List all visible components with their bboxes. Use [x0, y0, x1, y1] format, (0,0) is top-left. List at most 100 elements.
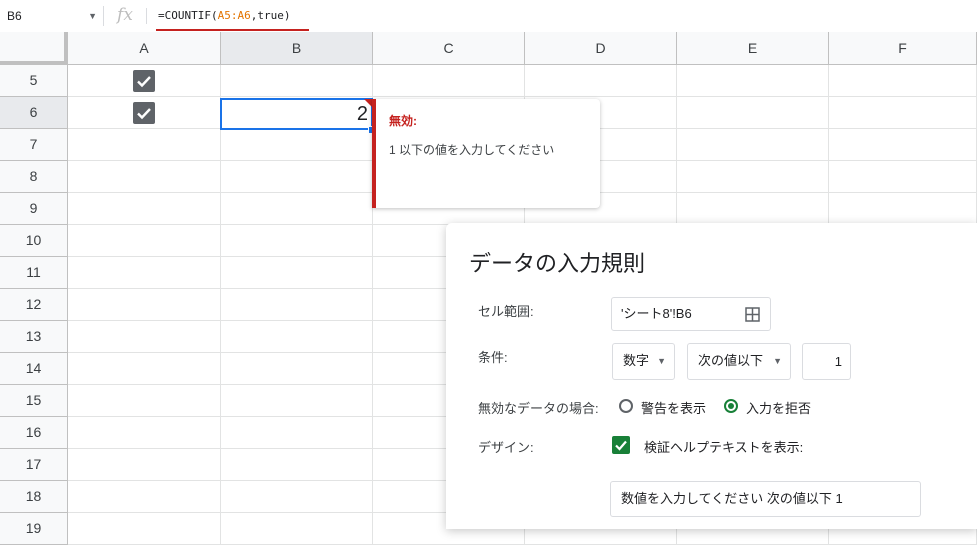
grid-cell[interactable] — [221, 225, 373, 257]
grid-cell[interactable] — [221, 513, 373, 545]
formula-range: A5:A6 — [217, 9, 251, 22]
select-range-icon[interactable] — [745, 307, 760, 322]
grid-cell[interactable] — [677, 193, 829, 225]
column-header-b[interactable]: B — [221, 32, 373, 65]
grid-cell[interactable] — [221, 449, 373, 481]
select-all-corner[interactable] — [0, 32, 68, 65]
grid-cell[interactable] — [68, 321, 221, 353]
grid-cell[interactable] — [373, 65, 525, 97]
range-input[interactable]: 'シート8'!B6 — [611, 297, 771, 331]
criteria-label: 条件: — [478, 350, 508, 365]
checkmark-icon — [615, 440, 627, 451]
column-header-c[interactable]: C — [373, 32, 525, 65]
grid-cell[interactable] — [221, 417, 373, 449]
criteria-type-dropdown[interactable]: 数字 ▼ — [612, 343, 675, 380]
show-warning-label[interactable]: 警告を表示 — [641, 398, 706, 417]
grid-cell[interactable] — [829, 97, 977, 129]
grid-cell[interactable] — [68, 449, 221, 481]
row-header-14[interactable]: 14 — [0, 353, 68, 385]
divider — [146, 8, 147, 24]
grid-cell[interactable] — [68, 417, 221, 449]
checkmark-icon — [137, 76, 151, 88]
error-underline — [156, 29, 309, 31]
row-header-10[interactable]: 10 — [0, 225, 68, 257]
column-header-d[interactable]: D — [525, 32, 677, 65]
grid-cell[interactable] — [829, 129, 977, 161]
row-header-15[interactable]: 15 — [0, 385, 68, 417]
grid-cell[interactable] — [829, 193, 977, 225]
grid-cell[interactable] — [68, 129, 221, 161]
grid-cell[interactable] — [68, 385, 221, 417]
invalid-data-tooltip: 無効: 1 以下の値を入力してください — [372, 99, 600, 208]
row-header-8[interactable]: 8 — [0, 161, 68, 193]
row-header-6[interactable]: 6 — [0, 97, 68, 129]
grid-cell[interactable] — [221, 353, 373, 385]
grid-cell[interactable] — [221, 257, 373, 289]
grid-cell[interactable] — [677, 161, 829, 193]
row-header-7[interactable]: 7 — [0, 129, 68, 161]
chevron-down-icon: ▼ — [88, 11, 97, 21]
checkmark-icon — [137, 108, 151, 120]
row-header-11[interactable]: 11 — [0, 257, 68, 289]
row-header-5[interactable]: 5 — [0, 65, 68, 97]
grid-cell[interactable] — [221, 193, 373, 225]
row-header-13[interactable]: 13 — [0, 321, 68, 353]
grid-cell[interactable] — [68, 257, 221, 289]
name-box[interactable]: B6 ▼ — [0, 6, 104, 26]
show-help-checkbox[interactable] — [612, 436, 630, 454]
radio-show-warning[interactable] — [619, 399, 633, 413]
checkbox-a6[interactable] — [133, 102, 155, 124]
grid-cell[interactable] — [68, 353, 221, 385]
reject-input-label[interactable]: 入力を拒否 — [746, 398, 811, 417]
show-help-label[interactable]: 検証ヘルプテキストを表示: — [644, 437, 803, 456]
checkbox-a5[interactable] — [133, 70, 155, 92]
grid-cell[interactable] — [221, 385, 373, 417]
grid-cell[interactable] — [221, 321, 373, 353]
grid-cell[interactable] — [221, 65, 373, 97]
row-header-18[interactable]: 18 — [0, 481, 68, 513]
grid-cell[interactable] — [677, 129, 829, 161]
column-header-e[interactable]: E — [677, 32, 829, 65]
grid-cell[interactable] — [68, 225, 221, 257]
range-label: セル範囲: — [478, 304, 534, 319]
dialog-title: データの入力規則 — [469, 251, 646, 276]
grid-cell[interactable] — [68, 289, 221, 321]
formula-input[interactable]: =COUNTIF(A5:A6,true) — [158, 6, 290, 26]
row-header-9[interactable]: 9 — [0, 193, 68, 225]
column-header-a[interactable]: A — [68, 32, 221, 65]
formula-suffix: ,true) — [250, 9, 291, 22]
row-header-16[interactable]: 16 — [0, 417, 68, 449]
grid-cell[interactable] — [677, 65, 829, 97]
criteria-operator-value: 次の値以下 — [698, 353, 764, 368]
grid-cell[interactable] — [525, 65, 677, 97]
grid-cell[interactable] — [221, 289, 373, 321]
row-header-12[interactable]: 12 — [0, 289, 68, 321]
grid-cell[interactable] — [829, 161, 977, 193]
row-header-17[interactable]: 17 — [0, 449, 68, 481]
grid-cell[interactable] — [68, 161, 221, 193]
data-validation-dialog: データの入力規則 セル範囲: 'シート8'!B6 条件: 数字 ▼ 次の値以下 … — [446, 223, 977, 529]
grid-cell[interactable] — [221, 481, 373, 513]
tooltip-title: 無効: — [389, 114, 417, 128]
help-text-input[interactable]: 数値を入力してください 次の値以下 1 — [610, 481, 921, 517]
criteria-value-input[interactable]: 1 — [802, 343, 851, 380]
grid-cell[interactable] — [68, 193, 221, 225]
grid-cell[interactable] — [68, 513, 221, 545]
criteria-operator-dropdown[interactable]: 次の値以下 ▼ — [687, 343, 791, 380]
grid-cell[interactable] — [829, 65, 977, 97]
criteria-type-value: 数字 — [623, 353, 650, 368]
row-header-19[interactable]: 19 — [0, 513, 68, 545]
name-box-value: B6 — [7, 9, 22, 23]
grid-cell[interactable] — [677, 97, 829, 129]
radio-reject-input[interactable] — [724, 399, 738, 413]
invalid-data-label: 無効なデータの場合: — [478, 401, 599, 416]
design-label: デザイン: — [478, 440, 534, 455]
formula-prefix: =COUNTIF( — [158, 9, 218, 22]
active-cell-b6[interactable]: 2 — [220, 98, 373, 130]
grid-cell[interactable] — [221, 129, 373, 161]
grid-cell[interactable] — [221, 161, 373, 193]
chevron-down-icon: ▼ — [657, 356, 666, 366]
grid-cell[interactable] — [68, 481, 221, 513]
column-header-f[interactable]: F — [829, 32, 977, 65]
range-value: 'シート8'!B6 — [621, 306, 692, 321]
